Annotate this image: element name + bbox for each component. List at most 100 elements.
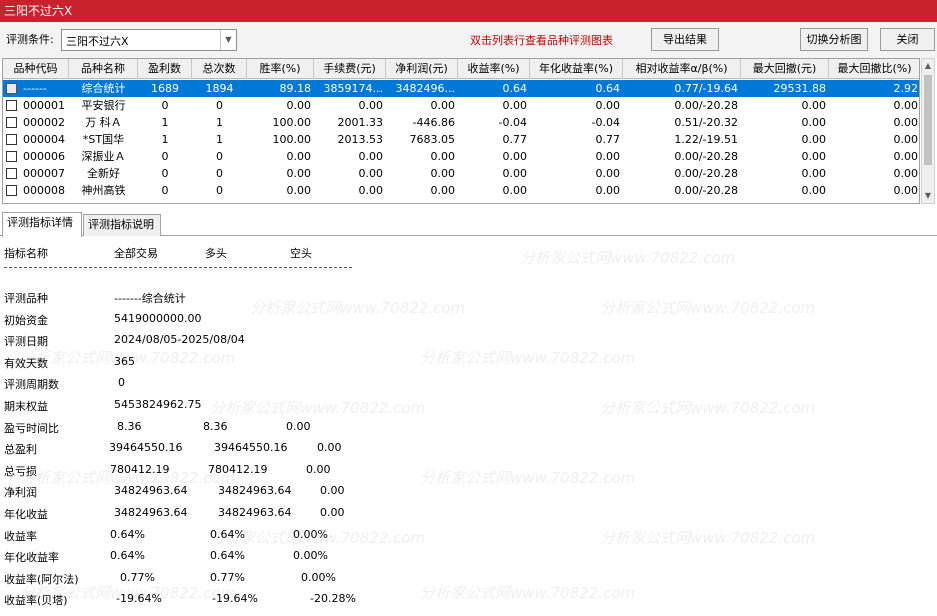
metric-value: 0.00 — [320, 506, 345, 519]
cell-total: 0 — [216, 99, 223, 112]
cell-annual-return: 0.00 — [595, 99, 621, 112]
metric-value: 34824963.64 — [218, 484, 292, 498]
checkbox-icon[interactable] — [6, 117, 17, 128]
cell-net-profit: 3482496... — [395, 82, 455, 95]
detail-header-long: 多头 — [205, 247, 227, 260]
watermark: 分析家公式网www.70822.com — [600, 529, 816, 547]
metric-value: 0.00% — [301, 570, 336, 584]
cell-max-drawdown-ratio: 0.00 — [893, 116, 919, 129]
cell-return: 0.64 — [502, 82, 528, 95]
header-max-drawdown-ratio[interactable]: 最大回撤比(%) — [829, 59, 919, 79]
cell-name: 万 科Ａ — [85, 116, 122, 129]
metric-value: 365 — [114, 354, 135, 368]
cell-net-profit: 0.00 — [430, 167, 456, 180]
header-winrate[interactable]: 胜率(%) — [247, 59, 314, 79]
cell-total: 0 — [216, 184, 223, 197]
cell-total: 1894 — [205, 82, 234, 95]
summary-icon[interactable] — [6, 83, 17, 94]
metric-value: -------综合统计 — [114, 292, 186, 305]
cell-annual-return: 0.00 — [595, 184, 621, 197]
cell-max-drawdown: 0.00 — [801, 133, 827, 146]
results-table[interactable]: 品种代码 品种名称 盈利数 总次数 胜率(%) 手续费(元) 净利润(元) 收益… — [2, 58, 920, 204]
cell-annual-return: 0.77 — [595, 133, 621, 146]
watermark: 分析家公式网www.70822.com — [210, 399, 426, 417]
condition-label: 评测条件: — [6, 33, 54, 46]
metric-label: 评测周期数 — [4, 378, 59, 392]
checkbox-icon[interactable] — [6, 100, 17, 111]
scroll-up-icon[interactable]: ▲ — [922, 59, 934, 73]
header-fee[interactable]: 手续费(元) — [314, 59, 386, 79]
cell-fee: 0.00 — [358, 99, 384, 112]
cell-name: 神州高铁 — [81, 184, 126, 197]
scroll-thumb[interactable] — [924, 75, 932, 165]
metric-label: 年化收益率 — [4, 551, 59, 565]
cell-relative-return: 0.00/-20.28 — [674, 150, 738, 163]
cell-annual-return: 0.00 — [595, 167, 621, 180]
metric-label: 初始资金 — [4, 313, 48, 327]
cell-return: 0.00 — [502, 99, 528, 112]
cell-code: ------ — [23, 82, 47, 95]
metric-value: 5419000000.00 — [114, 311, 202, 325]
cell-return: 0.77 — [502, 133, 528, 146]
metric-label: 收益率 — [4, 529, 37, 543]
cell-max-drawdown-ratio: 0.00 — [893, 167, 919, 180]
cell-total: 1 — [216, 133, 223, 146]
table-row[interactable]: 000001 平安银行 0 0 0.00 0.00 0.00 0.00 0.00 0.00/-20… — [3, 97, 919, 114]
cell-relative-return: 1.22/-19.51 — [674, 133, 738, 146]
header-max-drawdown[interactable]: 最大回撤(元) — [741, 59, 829, 79]
metric-value: 780412.19 — [110, 462, 170, 476]
cell-relative-return: 0.00/-20.28 — [674, 99, 738, 112]
header-total[interactable]: 总次数 — [192, 59, 247, 79]
checkbox-icon[interactable] — [6, 134, 17, 145]
table-row[interactable]: 000008 神州高铁 0 0 0.00 0.00 0.00 0.00 0.00 0.00/-20… — [3, 182, 919, 199]
table-row[interactable]: 000004 *ST国华 1 1 100.00 2013.53 7683.05 0.77 0.7… — [3, 131, 919, 148]
cell-annual-return: 0.64 — [595, 82, 621, 95]
metric-label: 盈亏时间比 — [4, 421, 59, 435]
scroll-down-icon[interactable]: ▼ — [922, 189, 934, 203]
checkbox-icon[interactable] — [6, 168, 17, 179]
close-button[interactable]: 关闭 — [880, 28, 935, 51]
table-row[interactable]: ------ 综合统计 1689 1894 89.18 3859174... 3482496… — [3, 80, 919, 97]
cell-return: 0.00 — [502, 167, 528, 180]
metric-label: 年化收益 — [4, 508, 48, 521]
header-return[interactable]: 收益率(%) — [458, 59, 530, 79]
table-row[interactable]: 000002 万 科Ａ 1 1 100.00 2001.33 -446.86 -0.04 -0.… — [3, 114, 919, 131]
cell-name: 全新好 — [87, 167, 120, 180]
checkbox-icon[interactable] — [6, 185, 17, 196]
header-wins[interactable]: 盈利数 — [138, 59, 192, 79]
metric-value: 2024/08/05-2025/08/04 — [114, 333, 245, 347]
export-button[interactable]: 导出结果 — [651, 28, 719, 51]
cell-relative-return: 0.51/-20.32 — [674, 116, 738, 129]
header-code[interactable]: 品种代码 — [3, 59, 69, 79]
window-title: 三阳不过六X — [0, 0, 937, 22]
cell-wins: 1 — [161, 116, 169, 129]
cell-max-drawdown: 0.00 — [801, 116, 827, 129]
cell-max-drawdown-ratio: 0.00 — [893, 150, 919, 163]
chevron-down-icon[interactable]: ▼ — [220, 30, 236, 50]
cell-max-drawdown-ratio: 0.00 — [893, 184, 919, 197]
cell-net-profit: 0.00 — [430, 184, 456, 197]
header-relative-return[interactable]: 相对收益率α/β(%) — [623, 59, 741, 79]
header-annual-return[interactable]: 年化收益率(%) — [530, 59, 623, 79]
watermark: 分析家公式网www.70822.com — [420, 349, 636, 367]
metric-label: 收益率(贝塔) — [4, 594, 68, 608]
cell-fee: 0.00 — [358, 184, 384, 197]
header-net-profit[interactable]: 净利润(元) — [386, 59, 458, 79]
header-name[interactable]: 品种名称 — [69, 59, 138, 79]
table-scrollbar[interactable]: ▲ ▼ — [921, 58, 935, 204]
tab-description[interactable]: 评测指标说明 — [83, 214, 161, 236]
metric-value: 34824963.64 — [114, 484, 188, 498]
table-row[interactable]: 000006 深振业Ａ 0 0 0.00 0.00 0.00 0.00 0.00 0.00/-20… — [3, 148, 919, 165]
cell-net-profit: 0.00 — [430, 99, 456, 112]
checkbox-icon[interactable] — [6, 151, 17, 162]
switch-chart-button[interactable]: 切换分析图 — [800, 28, 868, 51]
watermark: 分析家公式网www.70822.com — [600, 399, 816, 417]
cell-code: 000001 — [23, 99, 65, 112]
tab-detail[interactable]: 评测指标详情 — [2, 212, 82, 237]
table-row[interactable]: 000007 全新好 0 0 0.00 0.00 0.00 0.00 0.00 0.00/-20.… — [3, 165, 919, 182]
metric-value: -19.64% — [116, 592, 162, 606]
cell-max-drawdown-ratio: 2.92 — [893, 82, 919, 95]
cell-fee: 2001.33 — [337, 116, 384, 129]
cell-wins: 1689 — [151, 82, 179, 95]
condition-select[interactable]: 三阳不过六X ▼ — [61, 29, 237, 51]
